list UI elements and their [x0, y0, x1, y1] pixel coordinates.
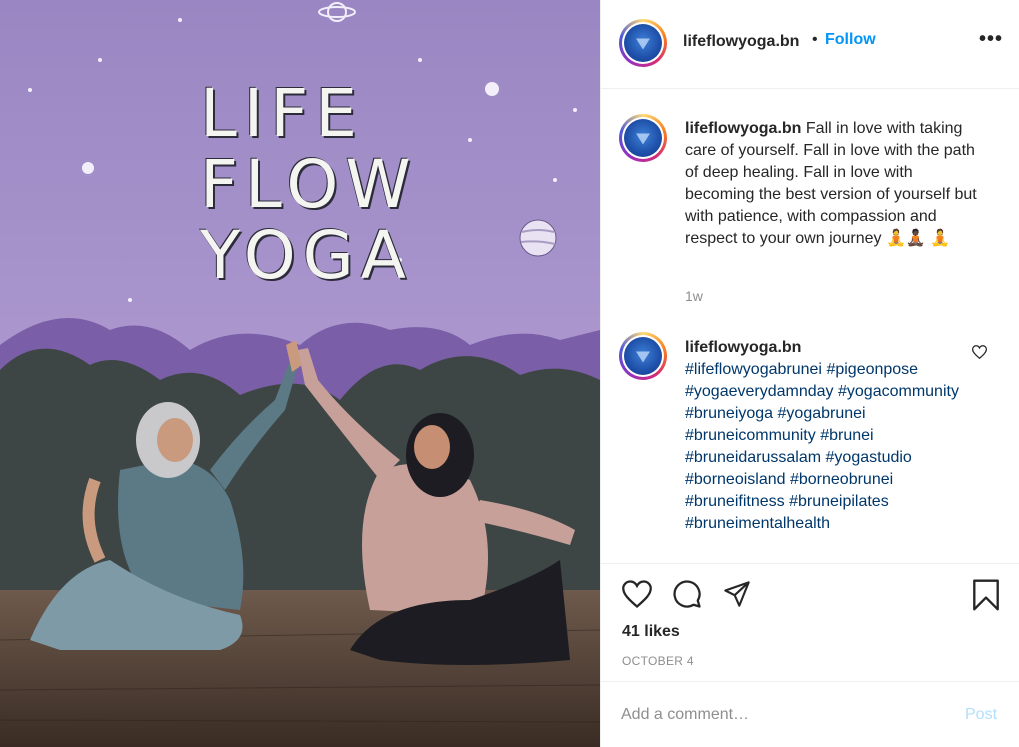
brand-logo-icon	[624, 337, 662, 375]
brand-logo-icon	[624, 119, 662, 157]
post-sidebar: lifeflowyoga.bn • Follow ••• lifeflowyog…	[600, 0, 1019, 747]
share-paper-plane-icon[interactable]	[722, 580, 752, 608]
wall-text-line: YOGA	[200, 217, 413, 294]
hashtag-link[interactable]: #borneoisland	[685, 471, 786, 488]
comment-bubble-icon[interactable]	[672, 579, 702, 609]
caption: lifeflowyoga.bn Fall in love with taking…	[685, 118, 985, 250]
add-comment-bar: Post	[601, 681, 1019, 747]
hashtag-link[interactable]: #brunei	[820, 427, 873, 444]
follow-button[interactable]: Follow	[825, 31, 876, 49]
instagram-post: LIFE FLOW YOGA lifeflowyoga.bn • Follow …	[0, 0, 1019, 747]
hashtag-link[interactable]: #bruneidarussalam	[685, 449, 821, 466]
hashtag-link[interactable]: #lifeflowyogabrunei	[685, 361, 822, 378]
hashtag-link[interactable]: #bruneipilates	[789, 493, 889, 510]
likes-count[interactable]: 41 likes	[622, 623, 680, 641]
comment-input[interactable]	[621, 706, 941, 724]
post-photo[interactable]: LIFE FLOW YOGA	[0, 0, 600, 747]
wall-text-line: FLOW	[200, 146, 418, 223]
comment-username[interactable]: lifeflowyoga.bn	[685, 337, 970, 359]
separator-dot: •	[812, 31, 818, 48]
wall-text-line: LIFE	[200, 75, 364, 152]
hashtag-link[interactable]: #bruneifitness	[685, 493, 785, 510]
post-actions: 41 likes OCTOBER 4	[601, 563, 1019, 681]
hashtag-comment: lifeflowyoga.bn #lifeflowyogabrunei #pig…	[685, 337, 970, 535]
caption-avatar[interactable]	[619, 114, 667, 162]
hashtag-link[interactable]: #bruneicommunity	[685, 427, 816, 444]
caption-username[interactable]: lifeflowyoga.bn	[685, 120, 801, 137]
comment-avatar[interactable]	[619, 332, 667, 380]
hashtag-link[interactable]: #bruneimentalhealth	[685, 515, 830, 532]
like-heart-icon[interactable]	[622, 580, 652, 608]
wall-lettering: LIFE FLOW YOGA	[200, 78, 418, 291]
hashtag-link[interactable]: #yogaeverydamnday	[685, 383, 834, 400]
hashtag-list: #lifeflowyogabrunei #pigeonpose #yogaeve…	[685, 359, 970, 535]
post-date[interactable]: OCTOBER 4	[622, 654, 694, 668]
hashtag-link[interactable]: #bruneiyoga	[685, 405, 773, 422]
comments-list[interactable]: lifeflowyoga.bn Fall in love with taking…	[601, 89, 1019, 563]
account-avatar[interactable]	[619, 19, 667, 67]
hashtag-link[interactable]: #yogacommunity	[838, 383, 959, 400]
more-options-icon[interactable]: •••	[979, 28, 1003, 51]
comment-like-heart-icon[interactable]	[972, 345, 987, 359]
hashtag-link[interactable]: #yogastudio	[826, 449, 912, 466]
caption-age[interactable]: 1w	[685, 288, 703, 304]
save-bookmark-icon[interactable]	[973, 579, 999, 611]
hashtag-link[interactable]: #borneobrunei	[790, 471, 893, 488]
brand-logo-icon	[624, 24, 662, 62]
post-header: lifeflowyoga.bn • Follow •••	[601, 0, 1019, 89]
account-username[interactable]: lifeflowyoga.bn	[683, 33, 799, 51]
hashtag-link[interactable]: #pigeonpose	[826, 361, 918, 378]
post-comment-button[interactable]: Post	[965, 706, 997, 724]
hashtag-link[interactable]: #yogabrunei	[778, 405, 866, 422]
caption-text: Fall in love with taking care of yoursel…	[685, 120, 977, 247]
